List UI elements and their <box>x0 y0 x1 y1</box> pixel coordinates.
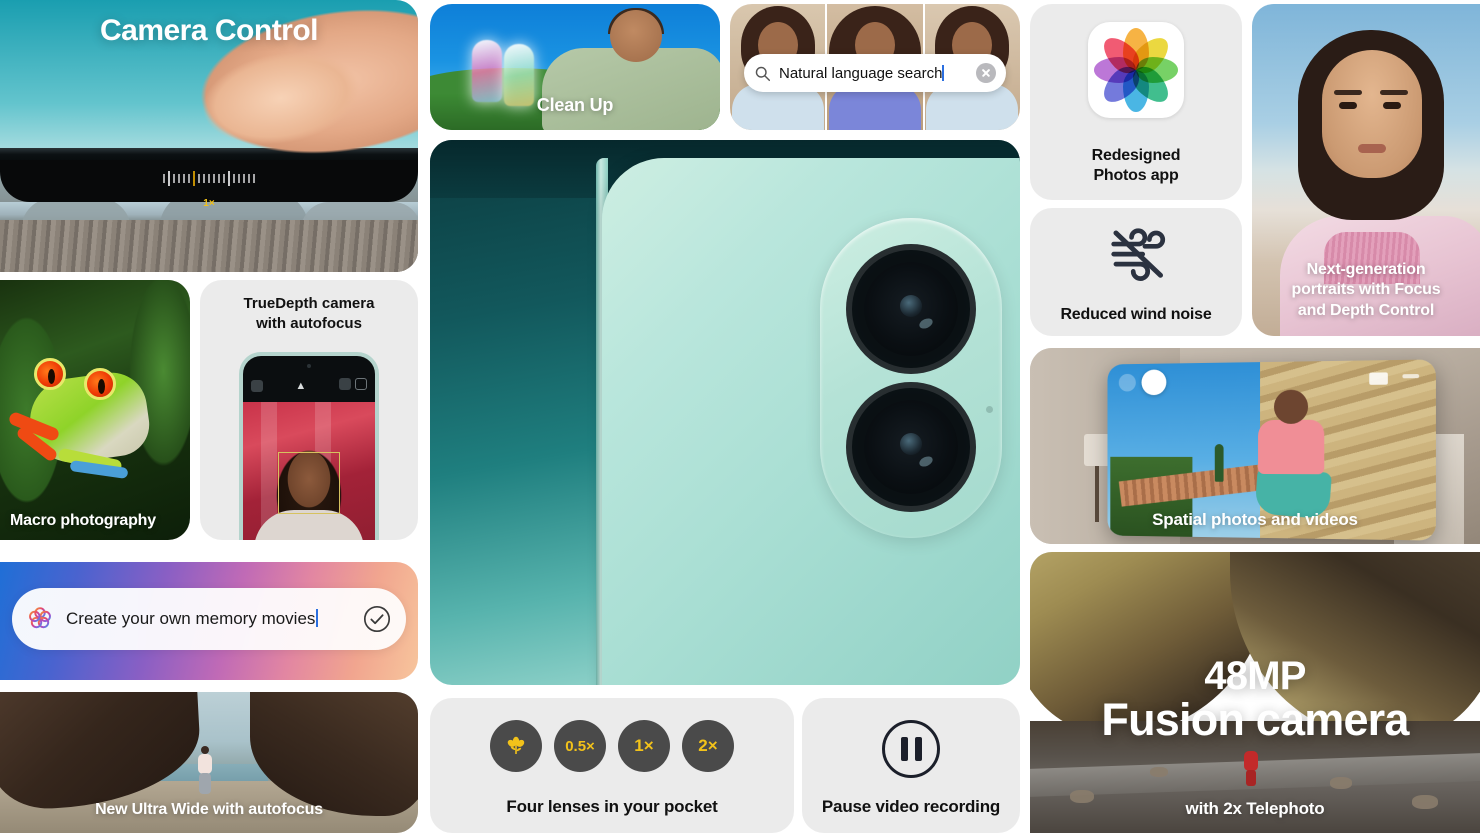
camera-island <box>820 218 1002 538</box>
landscape-background <box>0 190 418 272</box>
live-photo-icon[interactable] <box>338 378 351 390</box>
memory-movies-tile[interactable]: Create your own memory movies <box>0 562 418 680</box>
spatial-photos-tile[interactable]: Spatial photos and videos <box>1030 348 1480 544</box>
clean-up-caption: Clean Up <box>536 95 614 115</box>
four-lenses-tile[interactable]: 0.5× 1× 2× Four lenses in your pocket <box>430 698 794 833</box>
photos-app-caption: Redesigned Photos app <box>1091 147 1181 184</box>
apple-intelligence-icon <box>29 607 51 629</box>
pause-video-caption: Pause video recording <box>821 797 1001 816</box>
search-icon <box>755 66 771 81</box>
memory-movies-input[interactable]: Create your own memory movies <box>12 588 406 650</box>
truedepth-title-line1: TrueDepth camera <box>243 295 375 312</box>
phone-back-panel <box>602 158 1020 685</box>
frog-image <box>7 342 162 482</box>
lens-button-row[interactable]: 0.5× 1× 2× <box>430 720 794 772</box>
camera-control-tile[interactable]: 1× Camera Control <box>0 0 418 272</box>
feature-grid: 1× Camera Control Macro photography True… <box>0 0 1480 833</box>
wide-lens-button[interactable]: 1× <box>618 720 670 772</box>
camera-toolbar[interactable]: ▲ <box>251 378 367 394</box>
flower-icon <box>507 736 525 754</box>
macro-lens-button[interactable] <box>490 720 542 772</box>
camera-control-title: Camera Control <box>99 14 319 47</box>
photos-pinwheel <box>1094 28 1178 112</box>
fusion-camera-tile[interactable]: 48MP Fusion camera with 2x Telephoto <box>1030 552 1480 833</box>
check-circle-icon[interactable] <box>362 604 392 634</box>
clean-up-tile[interactable]: Clean Up <box>430 4 720 130</box>
ground-texture <box>0 220 418 272</box>
ultrawide-caption: New Ultra Wide with autofocus <box>95 801 323 818</box>
phone-mockup: ▲ <box>239 352 379 540</box>
removal-highlight-figure <box>472 40 502 102</box>
telephoto-lens-button[interactable]: 2× <box>682 720 734 772</box>
chevron-up-icon[interactable]: ▲ <box>295 380 306 392</box>
floor-lamp <box>1084 434 1110 522</box>
macro-caption: Macro photography <box>10 512 156 529</box>
more-options-icon[interactable] <box>1402 374 1420 379</box>
iphone-camera-module-hero[interactable] <box>430 140 1020 685</box>
aspect-ratio-icon[interactable] <box>355 378 367 390</box>
macro-photography-tile[interactable]: Macro photography <box>0 280 190 540</box>
back-chevron-icon[interactable] <box>1118 373 1136 392</box>
truedepth-title: TrueDepth camera with autofocus <box>200 294 418 333</box>
search-value: Natural language search <box>779 64 945 82</box>
flash-icon[interactable] <box>251 380 263 392</box>
person-figure <box>196 746 214 794</box>
hiker-figure <box>1244 751 1258 786</box>
photos-app-icon[interactable] <box>1088 22 1184 118</box>
camera-viewfinder <box>243 402 375 540</box>
ultrawide-lens <box>846 382 976 512</box>
front-camera-dot <box>307 364 311 368</box>
natural-language-search-tile[interactable]: Natural language search <box>730 4 1020 130</box>
spatial-caption: Spatial photos and videos <box>1152 510 1358 529</box>
search-input[interactable]: Natural language search <box>744 54 1006 92</box>
immersive-toggle-icon[interactable] <box>1141 369 1167 396</box>
wide-lens <box>846 244 976 374</box>
ultrawide-lens-button[interactable]: 0.5× <box>554 720 606 772</box>
portrait-caption: Next-generation portraits with Focus and… <box>1291 260 1441 320</box>
photos-app-tile[interactable]: Redesigned Photos app <box>1030 4 1242 200</box>
video-badge-icon <box>1369 372 1388 385</box>
fusion-title: 48MP Fusion camera <box>1101 654 1409 745</box>
pause-video-tile[interactable]: Pause video recording <box>802 698 1020 833</box>
fusion-caption: with 2x Telephoto <box>1185 799 1325 818</box>
portrait-tile[interactable]: Next-generation portraits with Focus and… <box>1252 4 1480 336</box>
ultrawide-tile[interactable]: New Ultra Wide with autofocus <box>0 692 418 833</box>
memory-movies-text: Create your own memory movies <box>66 609 350 629</box>
wind-noise-tile[interactable]: Reduced wind noise <box>1030 208 1242 336</box>
wind-noise-caption: Reduced wind noise <box>1060 306 1212 323</box>
four-lenses-caption: Four lenses in your pocket <box>506 797 718 816</box>
wind-slash-icon <box>1111 228 1166 281</box>
clear-circle-icon[interactable] <box>976 63 996 83</box>
pause-circle-icon[interactable] <box>882 720 940 778</box>
truedepth-title-line2: with autofocus <box>256 314 362 332</box>
zoom-level-indicator: 1× <box>203 198 215 209</box>
microphone-dot <box>986 406 993 413</box>
subject-face <box>1322 50 1422 178</box>
truedepth-camera-tile[interactable]: TrueDepth camera with autofocus ▲ <box>200 280 418 540</box>
focus-rectangle <box>278 452 340 514</box>
